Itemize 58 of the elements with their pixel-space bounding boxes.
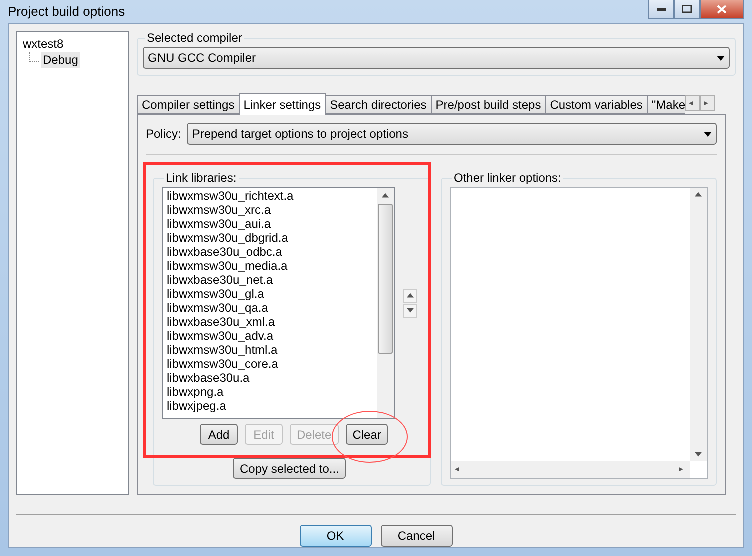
list-item[interactable]: libwxmsw30u_html.a (167, 343, 373, 357)
tab[interactable]: Custom variables (545, 95, 648, 114)
tree-item[interactable]: Debug (41, 52, 80, 68)
maximize-icon (682, 5, 692, 13)
list-item[interactable]: libwxmsw30u_core.a (167, 357, 373, 371)
up-arrow-icon (695, 192, 702, 197)
down-arrow-icon (695, 452, 702, 457)
compiler-dropdown[interactable]: GNU GCC Compiler (143, 47, 730, 69)
up-arrow-icon (406, 293, 414, 298)
caret-icon (704, 132, 712, 136)
group-label: Link libraries: (165, 171, 238, 185)
copy-selected-button[interactable]: Copy selected to... (233, 458, 346, 479)
list-item[interactable]: libwxbase30u.a (167, 371, 373, 385)
maximize-button[interactable] (674, 0, 700, 19)
minimize-icon (656, 8, 666, 10)
caret-icon (717, 56, 725, 60)
list-item[interactable]: libwxmsw30u_xrc.a (167, 203, 373, 217)
dialog-button[interactable]: OK (300, 525, 372, 547)
scroll-right-button[interactable] (700, 95, 715, 111)
group-label: Other linker options: (453, 171, 562, 185)
up-arrow-icon (382, 192, 389, 198)
list-item[interactable]: libwxmsw30u_dbgrid.a (167, 231, 373, 245)
tab[interactable]: Pre/post build steps (430, 95, 546, 114)
left-arrow-icon (688, 100, 696, 106)
scroll-left-button[interactable] (684, 95, 700, 111)
list-item[interactable]: libwxmsw30u_gl.a (167, 287, 373, 301)
list-item[interactable]: libwxbase30u_xml.a (167, 315, 373, 329)
policy-label: Policy: (146, 127, 182, 141)
list-item[interactable]: libwxmsw30u_aui.a (167, 217, 373, 231)
vertical-scrollbar[interactable] (377, 188, 394, 418)
close-icon (717, 4, 727, 14)
list-item[interactable]: libwxmsw30u_richtext.a (167, 189, 373, 203)
down-arrow-icon (406, 308, 414, 313)
list-item[interactable]: libwxpng.a (167, 385, 373, 399)
policy-dropdown[interactable]: Prepend target options to project options (187, 123, 717, 145)
close-button[interactable] (700, 0, 744, 19)
list-item[interactable]: libwxbase30u_net.a (167, 273, 373, 287)
tab[interactable]: Linker settings (238, 93, 326, 115)
library-button[interactable]: Clear (346, 424, 388, 445)
list-item[interactable]: libwxmsw30u_media.a (167, 259, 373, 273)
right-arrow-icon (704, 100, 711, 106)
list-item[interactable]: libwxmsw30u_qa.a (167, 301, 373, 315)
list-item[interactable]: libwxmsw30u_adv.a (167, 329, 373, 343)
list-item[interactable]: libwxbase30u_odbc.a (167, 245, 373, 259)
tab[interactable]: "Make (646, 95, 685, 114)
move-up-button[interactable] (403, 288, 417, 302)
tree-item[interactable]: wxtest8 (23, 36, 122, 52)
tab[interactable]: Compiler settings (137, 95, 240, 114)
minimize-button[interactable] (648, 0, 674, 19)
window-title: Project build options (8, 4, 126, 19)
right-arrow-icon (679, 467, 686, 472)
list-item[interactable]: libwxjpeg.a (167, 399, 373, 413)
library-button[interactable]: Add (200, 424, 238, 445)
dialog-button[interactable]: Cancel (380, 525, 452, 547)
move-down-button[interactable] (403, 304, 417, 318)
group-label: Selected compiler (146, 31, 244, 45)
left-arrow-icon (455, 467, 462, 472)
tab[interactable]: Search directories (325, 95, 432, 114)
